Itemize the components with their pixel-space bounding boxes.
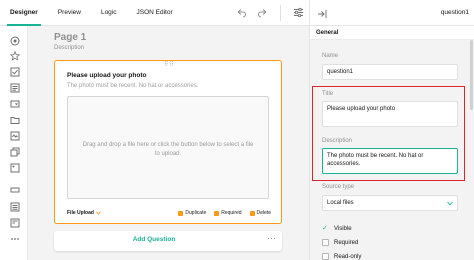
copy-icon[interactable] <box>9 146 20 157</box>
panel-icon[interactable] <box>9 201 20 212</box>
section-general-label: General <box>316 30 339 36</box>
redo-icon[interactable] <box>254 4 272 22</box>
tab-preview[interactable]: Preview <box>48 0 91 26</box>
question-type-label: File Upload <box>67 210 94 216</box>
source-type-select[interactable]: Local files <box>322 195 458 211</box>
settings-icon[interactable] <box>289 4 307 22</box>
source-type-label: Source type <box>322 184 355 190</box>
list-icon[interactable] <box>9 82 20 93</box>
readonly-checkbox[interactable]: Read-only <box>322 253 361 260</box>
undo-icon[interactable] <box>232 4 250 22</box>
collapse-panel-icon[interactable] <box>316 7 328 19</box>
source-type-value: Local files <box>327 200 354 206</box>
duplicate-label: Duplicate <box>185 210 207 216</box>
name-label: Name <box>322 53 339 59</box>
delete-button[interactable]: Delete <box>249 210 271 216</box>
page-title[interactable]: Page 1 <box>54 32 86 43</box>
duplicate-button[interactable]: Duplicate <box>178 210 206 216</box>
file-dropzone[interactable]: Drag and drop a file here or click the b… <box>67 96 269 199</box>
toolbar-divider <box>280 4 281 21</box>
checkbox-icon <box>322 253 329 260</box>
tab-logic[interactable]: Logic <box>91 0 127 26</box>
chevron-down-icon <box>96 211 101 215</box>
section-general[interactable]: General <box>310 26 474 40</box>
required-icon <box>214 210 220 216</box>
question-description[interactable]: The photo must be recent. No hat or acce… <box>67 83 198 89</box>
question-type-selector[interactable]: File Upload <box>67 210 101 216</box>
panel-scrollbar[interactable] <box>470 40 473 110</box>
file-icon[interactable] <box>9 114 20 125</box>
html-icon[interactable] <box>9 217 20 228</box>
more-icon[interactable] <box>9 233 20 244</box>
highlight-box <box>312 86 465 181</box>
checkmark-icon: ✓ <box>322 225 328 232</box>
duplicate-icon <box>178 210 184 216</box>
drag-handle-icon[interactable]: ⠿⠿ <box>164 61 175 68</box>
dropdown-icon[interactable] <box>9 98 20 109</box>
tab-designer[interactable]: Designer <box>0 0 48 26</box>
visible-checkbox[interactable]: ✓ Visible <box>322 225 352 232</box>
required-checkbox[interactable]: Required <box>322 239 358 246</box>
name-input[interactable]: question1 <box>322 64 458 80</box>
toolbox-rail <box>0 26 28 260</box>
circle-radio-icon[interactable] <box>9 35 20 46</box>
question-actions: Duplicate Required Delete <box>178 210 271 216</box>
question-footer: File Upload Duplicate Required Delete <box>67 208 271 218</box>
required-toggle[interactable]: Required <box>214 210 242 216</box>
required-label: Required <box>221 210 242 216</box>
top-toolbar: Designer Preview Logic JSON Editor <box>0 0 309 26</box>
design-canvas: Page 1 Description ⠿⠿ Please upload your… <box>28 26 309 260</box>
delete-label: Delete <box>256 210 271 216</box>
selected-question-name: question1 <box>440 9 469 16</box>
dropzone-text: Drag and drop a file here or click the b… <box>82 142 254 157</box>
input-icon[interactable] <box>9 184 20 195</box>
question-title[interactable]: Please upload your photo <box>67 72 146 79</box>
checkbox-icon <box>322 239 329 246</box>
question-card[interactable]: ⠿⠿ Please upload your photo The photo mu… <box>54 60 282 224</box>
visible-label: Visible <box>334 225 352 232</box>
tab-json-editor[interactable]: JSON Editor <box>127 0 183 26</box>
required-checkbox-label: Required <box>334 239 359 246</box>
readonly-label: Read-only <box>334 253 362 260</box>
add-question-bar: Add Question ··· <box>54 231 282 251</box>
more-options-icon[interactable]: ··· <box>267 233 276 243</box>
checkbox-icon[interactable] <box>9 66 20 77</box>
page-description[interactable]: Description <box>54 45 84 51</box>
panel-header: question1 <box>310 0 474 26</box>
image-icon[interactable] <box>9 162 20 173</box>
add-question-button[interactable]: Add Question <box>54 236 254 243</box>
star-rating-icon[interactable] <box>9 50 20 61</box>
delete-icon <box>249 210 255 216</box>
toolbar-actions <box>230 0 309 26</box>
chevron-down-icon <box>447 201 453 205</box>
text-block-icon[interactable] <box>9 130 20 141</box>
survey-creator: Designer Preview Logic JSON Editor Page … <box>0 0 474 260</box>
